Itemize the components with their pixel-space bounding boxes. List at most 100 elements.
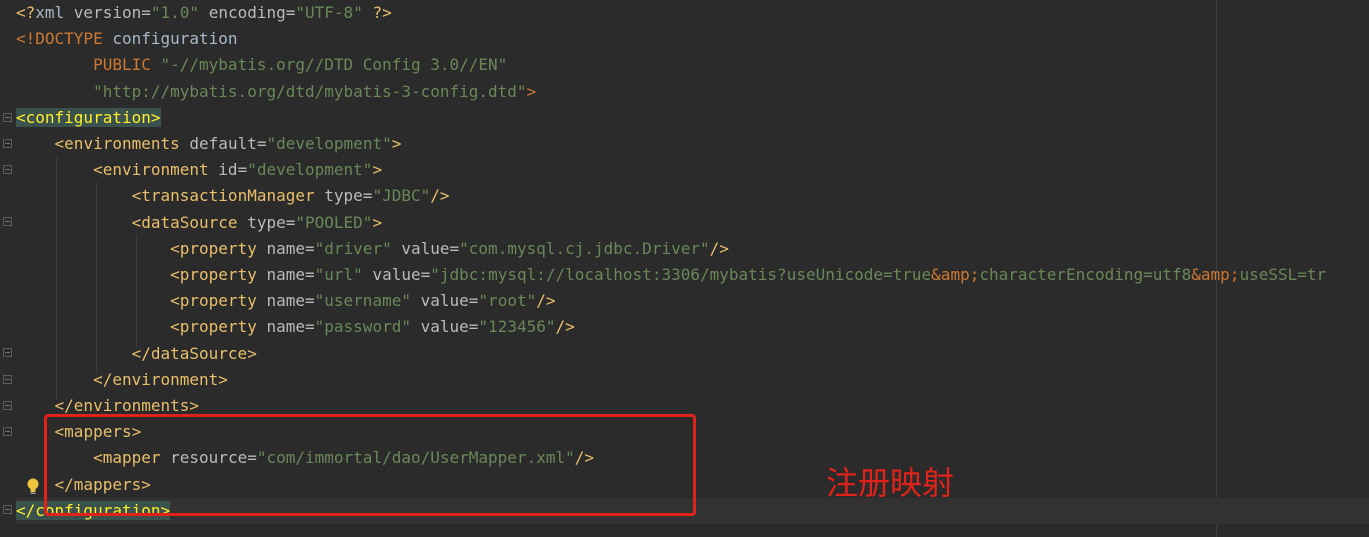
fold-marker-icon[interactable] xyxy=(3,165,12,174)
code-token: "development" xyxy=(247,160,373,179)
code-token: "username" xyxy=(314,291,411,310)
code-line[interactable]: <property name="driver" value="com.mysql… xyxy=(16,236,729,262)
code-line[interactable]: PUBLIC "-//mybatis.org//DTD Config 3.0//… xyxy=(16,52,507,78)
code-token: = xyxy=(141,3,151,22)
fold-marker-icon[interactable] xyxy=(3,427,12,436)
code-token: environments xyxy=(73,396,190,415)
code-line[interactable]: <!DOCTYPE configuration xyxy=(16,26,238,52)
annotation-box xyxy=(44,414,696,516)
code-token: "-//mybatis.org//DTD Config 3.0//EN" xyxy=(160,55,508,74)
editor-gutter xyxy=(0,0,16,537)
code-token: = xyxy=(362,186,373,205)
code-token: = xyxy=(285,213,296,232)
code-line[interactable]: <configuration> xyxy=(16,105,161,131)
code-token: type xyxy=(324,186,363,205)
code-token: "password" xyxy=(314,317,411,336)
code-token: "http://mybatis.org/dtd/mybatis-3-config… xyxy=(93,82,527,101)
code-token: < xyxy=(93,160,103,179)
code-token: > xyxy=(391,134,402,153)
code-token: environment xyxy=(112,370,219,389)
code-token: environment xyxy=(102,160,219,179)
fold-marker-icon[interactable] xyxy=(3,113,12,122)
code-token: property xyxy=(179,239,267,258)
code-token: dataSource xyxy=(150,344,248,363)
code-token: "com.mysql.cj.jdbc.Driver" xyxy=(459,239,710,258)
code-token: id xyxy=(218,160,238,179)
code-token: < xyxy=(170,317,180,336)
code-token: &amp; xyxy=(1191,265,1240,284)
code-token: = xyxy=(468,317,479,336)
code-token: > xyxy=(218,370,228,389)
code-token: "POOLED" xyxy=(295,213,373,232)
code-token: version xyxy=(73,3,142,22)
code-token: characterEncoding=utf8 xyxy=(979,265,1192,284)
code-token: > xyxy=(526,82,537,101)
code-token: < xyxy=(131,213,142,232)
code-line[interactable]: <property name="password" value="123456"… xyxy=(16,314,575,340)
code-token: <!DOCTYPE xyxy=(16,29,113,48)
code-token: </ xyxy=(131,344,151,363)
code-line[interactable]: <?xml version="1.0" encoding="UTF-8" ?> xyxy=(16,0,392,26)
code-token: PUBLIC xyxy=(93,55,161,74)
code-token: transactionManager xyxy=(141,186,325,205)
code-line[interactable]: "http://mybatis.org/dtd/mybatis-3-config… xyxy=(16,79,536,105)
code-token: = xyxy=(449,239,460,258)
code-line[interactable]: <property name="username" value="root"/> xyxy=(16,288,555,314)
code-token: dataSource xyxy=(141,213,248,232)
code-token: "development" xyxy=(266,134,392,153)
code-line[interactable]: <environments default="development"> xyxy=(16,131,402,157)
code-token: name xyxy=(266,317,305,336)
code-line[interactable]: <environment id="development"> xyxy=(16,157,382,183)
fold-marker-icon[interactable] xyxy=(3,401,12,410)
code-token: default xyxy=(189,134,257,153)
code-token: < xyxy=(170,239,180,258)
code-token: "jdbc:mysql://localhost:3306/mybatis?use… xyxy=(430,265,932,284)
fold-marker-icon[interactable] xyxy=(3,348,12,357)
code-token: value xyxy=(401,239,450,258)
code-token: = xyxy=(468,291,479,310)
code-token: property xyxy=(179,265,267,284)
code-token: &amp; xyxy=(931,265,980,284)
code-token: xml xyxy=(35,3,74,22)
code-line[interactable]: </environment> xyxy=(16,367,228,393)
code-line[interactable]: </dataSource> xyxy=(16,341,257,367)
annotation-label: 注册映射 xyxy=(826,464,955,502)
code-token: name xyxy=(266,265,305,284)
code-line[interactable]: <transactionManager type="JDBC"/> xyxy=(16,183,450,209)
lightbulb-icon[interactable] xyxy=(26,478,40,496)
code-token: < xyxy=(170,265,180,284)
code-token: < xyxy=(131,186,142,205)
fold-marker-icon[interactable] xyxy=(3,217,12,226)
code-line[interactable]: <dataSource type="POOLED"> xyxy=(16,210,382,236)
code-token: "JDBC" xyxy=(372,186,431,205)
code-token: type xyxy=(247,213,286,232)
code-token: ?> xyxy=(372,3,392,22)
code-token: name xyxy=(266,239,305,258)
code-token: environments xyxy=(64,134,190,153)
code-token: useSSL=tr xyxy=(1239,265,1327,284)
code-token: > xyxy=(372,213,383,232)
fold-marker-icon[interactable] xyxy=(3,505,12,514)
code-token: > xyxy=(247,344,257,363)
code-token: <? xyxy=(16,3,36,22)
code-line[interactable]: <property name="url" value="jdbc:mysql:/… xyxy=(16,262,1326,288)
code-token: /> xyxy=(430,186,450,205)
code-token: "url" xyxy=(314,265,363,284)
fold-marker-icon[interactable] xyxy=(3,375,12,384)
fold-marker-icon[interactable] xyxy=(3,139,12,148)
code-token: /> xyxy=(709,239,729,258)
code-token: "123456" xyxy=(478,317,556,336)
code-token: = xyxy=(305,265,315,284)
code-token: = xyxy=(305,317,315,336)
code-token: configuration xyxy=(112,29,238,48)
